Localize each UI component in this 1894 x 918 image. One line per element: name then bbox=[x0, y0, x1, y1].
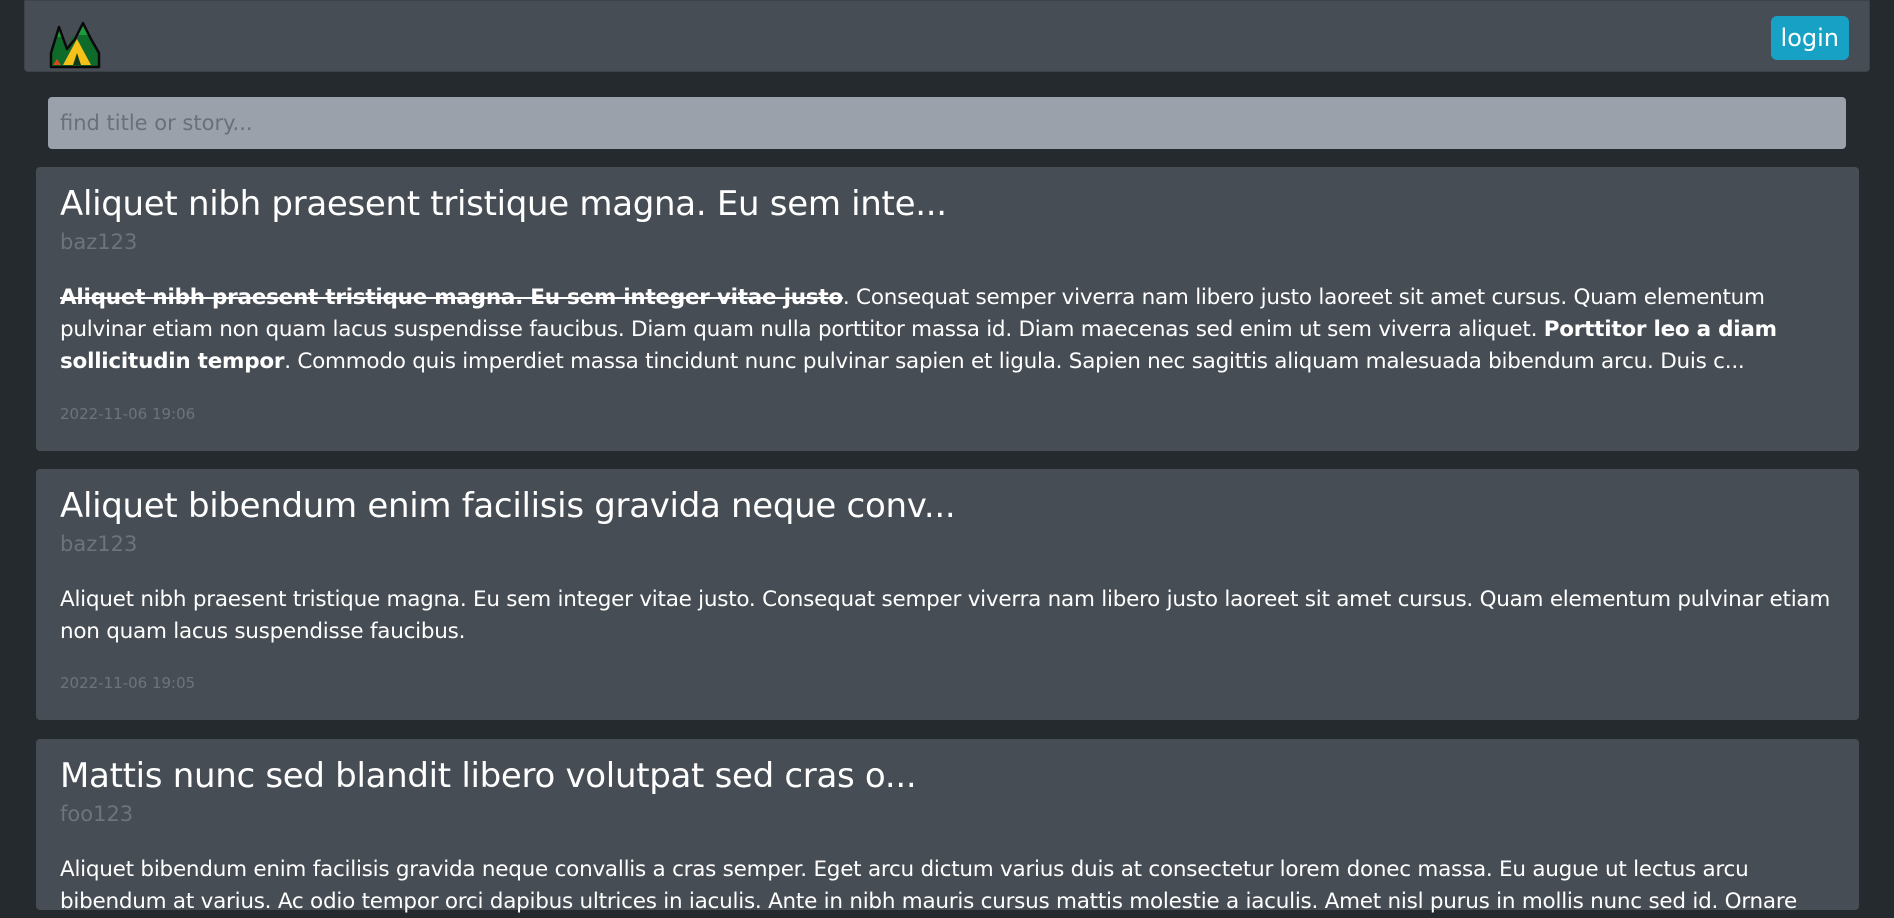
post-body: Aliquet nibh praesent tristique magna. E… bbox=[60, 282, 1840, 378]
strikethrough-text: Aliquet nibh praesent tristique magna. E… bbox=[60, 285, 843, 310]
body-text: . Commodo quis imperdiet massa tincidunt… bbox=[284, 349, 1745, 374]
navbar: login bbox=[24, 0, 1870, 72]
post-author: baz123 bbox=[60, 532, 138, 556]
post-date: 2022-11-06 19:06 bbox=[60, 405, 196, 423]
post-title[interactable]: Aliquet nibh praesent tristique magna. E… bbox=[60, 184, 947, 224]
post-author: foo123 bbox=[60, 802, 134, 826]
search-input[interactable] bbox=[48, 97, 1846, 149]
post-title[interactable]: Mattis nunc sed blandit libero volutpat … bbox=[60, 756, 917, 796]
post-body: Aliquet nibh praesent tristique magna. E… bbox=[60, 587, 1831, 644]
post-title[interactable]: Aliquet bibendum enim facilisis gravida … bbox=[60, 486, 956, 526]
post-date: 2022-11-06 19:05 bbox=[60, 674, 196, 692]
post-author: baz123 bbox=[60, 230, 138, 254]
post-body: Aliquet bibendum enim facilisis gravida … bbox=[60, 857, 1797, 914]
post-card[interactable]: Mattis nunc sed blandit libero volutpat … bbox=[36, 739, 1859, 914]
post-card[interactable]: Aliquet bibendum enim facilisis gravida … bbox=[36, 469, 1859, 720]
login-button[interactable]: login bbox=[1770, 16, 1849, 60]
campsite-logo-icon[interactable] bbox=[47, 13, 103, 69]
post-card[interactable]: Aliquet nibh praesent tristique magna. E… bbox=[36, 167, 1859, 451]
